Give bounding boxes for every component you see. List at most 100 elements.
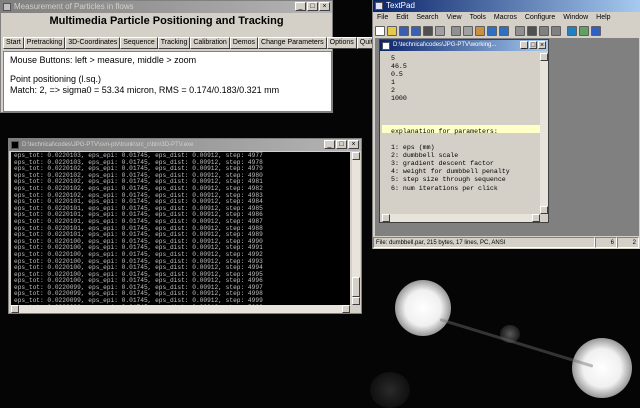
scroll-left-arrow[interactable] [382,214,390,222]
menu-start[interactable]: Start [3,37,24,49]
replace-icon[interactable] [551,25,561,36]
document-line: 6: num iterations per click [391,184,498,192]
console-titlebar[interactable]: D:\technical\codes\JPG-PTV\svn-ptv\trunk… [9,139,361,151]
close-button[interactable]: × [538,41,546,49]
textpad-status-bar: File: dumbbell.par, 215 bytes, 17 lines,… [373,237,640,248]
menu-file[interactable]: File [373,12,392,23]
document-title: D:\technical\codes\JPG-PTV\working... [393,42,497,48]
redo-icon[interactable] [499,25,509,36]
status-line: 6 [595,237,617,248]
menu-configure[interactable]: Configure [521,12,559,23]
copy-icon[interactable] [463,25,473,36]
document-icon [382,42,390,50]
document-line: 46.5 [391,63,407,71]
menu-help[interactable]: Help [592,12,614,23]
console-output[interactable]: eps_tot: 0.0220103, eps_epi: 0.01745, ep… [11,152,350,305]
ptv-status-panel: Mouse Buttons: left > measure, middle > … [3,51,332,112]
scroll-thumb[interactable] [352,277,360,297]
menu-tools[interactable]: Tools [466,12,490,23]
menu-options[interactable]: Options [326,37,357,49]
document-titlebar[interactable]: D:\technical\codes\JPG-PTV\working... _ … [380,40,548,51]
menu-tracking[interactable]: Tracking [157,37,191,49]
app-icon [3,3,11,11]
ptv-titlebar[interactable]: Measurement of Particles in flows _ □ × [1,1,332,13]
minimize-button[interactable]: _ [324,140,335,149]
textpad-icon [375,2,383,10]
console-window: D:\technical\codes\JPG-PTV\svn-ptv\trunk… [8,138,362,314]
console-icon [11,141,19,149]
save-all-icon[interactable] [411,25,421,36]
document-line: 1 [391,79,395,87]
document-text-area[interactable]: 5 46.5 0.5 1 2 1000 explanation for parameters… [382,53,540,214]
status-file-info: File: dumbbell.par, 215 bytes, 17 lines,… [373,237,595,248]
paste-icon[interactable] [475,25,485,36]
status-column: 2 [617,237,639,248]
maximize-button[interactable]: □ [529,41,537,49]
document-line: 4: weight for dumbbell penalty [391,168,510,176]
minimize-button[interactable]: _ [520,41,528,49]
open-icon[interactable] [387,25,397,36]
console-horizontal-scrollbar[interactable] [11,305,350,313]
maximize-button[interactable]: □ [307,2,318,11]
particle-blob-4 [370,372,410,408]
preview-icon[interactable] [435,25,445,36]
menu-sequence[interactable]: Sequence [120,37,158,49]
menu-search[interactable]: Search [412,12,442,23]
minimize-button[interactable]: _ [295,2,306,11]
menu-view[interactable]: View [443,12,466,23]
scroll-down-arrow[interactable] [540,206,548,214]
textpad-window: TextPad File Edit Search View Tools Macr… [372,0,640,249]
close-button[interactable]: × [319,2,330,11]
menu-3d-coordinates[interactable]: 3D-Coordinates [65,37,121,49]
menu-window[interactable]: Window [559,12,592,23]
textpad-menu-bar: File Edit Search View Tools Macros Confi… [373,12,640,23]
menu-macros[interactable]: Macros [490,12,521,23]
ptv-menu-bar: Start Pretracking 3D-Coordinates Sequenc… [3,37,376,49]
globe-icon[interactable] [567,25,577,36]
scroll-down-arrow[interactable] [352,297,360,305]
menu-demos[interactable]: Demos [229,37,259,49]
cut-icon[interactable] [451,25,461,36]
textpad-toolbar [375,24,639,37]
console-vertical-scrollbar[interactable] [352,152,360,305]
tool-icon[interactable] [579,25,589,36]
new-icon[interactable] [375,25,385,36]
menu-pretracking[interactable]: Pretracking [23,37,66,49]
paragraph-icon[interactable] [527,25,537,36]
save-icon[interactable] [399,25,409,36]
document-line: 5: step size through sequence [391,176,506,184]
close-button[interactable]: × [348,140,359,149]
undo-icon[interactable] [487,25,497,36]
scroll-right-arrow[interactable] [342,305,350,313]
document-vertical-scrollbar[interactable] [540,53,548,214]
document-line: 2: dumbbell scale [391,152,459,160]
scroll-up-arrow[interactable] [352,152,360,160]
wrap-icon[interactable] [515,25,525,36]
textpad-mdi-area: D:\technical\codes\JPG-PTV\working... _ … [375,38,639,236]
ptv-window: Measurement of Particles in flows _ □ × … [0,0,376,113]
scroll-right-arrow[interactable] [532,214,540,222]
print-icon[interactable] [423,25,433,36]
console-lines: eps_tot: 0.0220103, eps_epi: 0.01745, ep… [11,152,350,305]
menu-change-parameters[interactable]: Change Parameters [258,37,327,49]
status-match: Match: 2, => sigma0 = 53.34 micron, RMS … [10,85,280,95]
document-horizontal-scrollbar[interactable] [382,214,540,222]
help-icon[interactable] [591,25,601,36]
scroll-left-arrow[interactable] [11,305,19,313]
console-title: D:\technical\codes\JPG-PTV\svn-ptv\trunk… [22,142,194,148]
particle-blob-1 [395,280,451,336]
document-line: explanation for parameters: [391,127,498,135]
textpad-titlebar[interactable]: TextPad [373,0,640,12]
menu-calibration[interactable]: Calibration [190,37,230,49]
find-icon[interactable] [539,25,549,36]
particle-blob-2 [572,338,632,398]
scroll-up-arrow[interactable] [540,53,548,61]
document-line: 5 [391,55,395,62]
document-line: 1: eps (mm) [391,144,435,152]
menu-edit[interactable]: Edit [392,12,412,23]
status-mode: Point positioning (l.sq.) [10,74,102,84]
maximize-button[interactable]: □ [336,140,347,149]
document-line: 2 [391,87,395,95]
